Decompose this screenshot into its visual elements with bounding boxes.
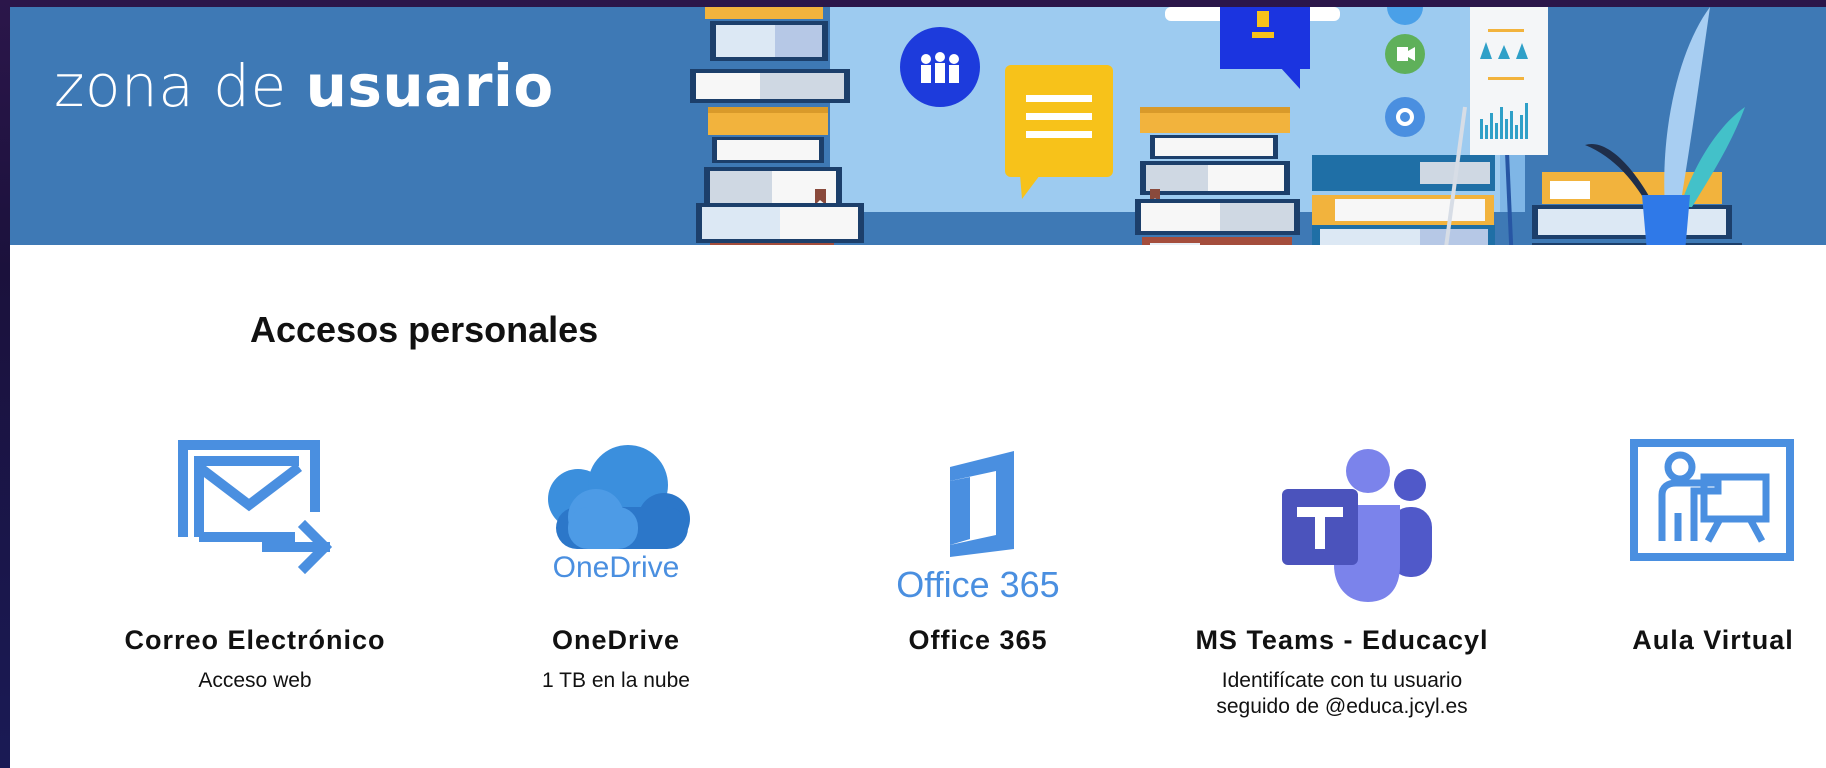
site-title-bold: usuario xyxy=(305,52,554,120)
office365-logo-text: Office 365 xyxy=(896,564,1059,605)
tile-title: Aula Virtual xyxy=(1632,625,1794,655)
tile-subtitle-line: Identifícate con tu usuario xyxy=(1221,669,1463,692)
office365-icon: Office 365 xyxy=(828,437,1128,627)
tile-title: MS Teams - Educacyl xyxy=(1195,625,1489,655)
tile-office-365[interactable]: Office 365 Office 365 xyxy=(828,437,1128,668)
tile-onedrive[interactable]: OneDrive OneDrive 1 TB en la nube xyxy=(466,437,766,694)
site-title-prefix: zona de xyxy=(54,52,306,120)
ms-teams-icon xyxy=(1192,437,1492,627)
onedrive-cloud-icon: OneDrive xyxy=(466,437,766,627)
section-title: Accesos personales xyxy=(250,309,599,350)
header-illustration xyxy=(690,7,1745,245)
onedrive-logo-text: OneDrive xyxy=(553,551,680,584)
book-stack-right xyxy=(1312,155,1495,245)
virtual-classroom-icon xyxy=(1563,437,1826,627)
tile-title: OneDrive xyxy=(551,625,681,655)
tile-title: Correo Electrónico xyxy=(124,625,386,655)
tile-title: Office 365 xyxy=(908,625,1048,655)
page-frame: zona de usuario Accesos personales Corre… xyxy=(10,7,1826,768)
tile-subtitle: 1 TB en la nube xyxy=(542,669,690,692)
page-header: zona de usuario xyxy=(10,7,1826,245)
plant-pot xyxy=(1532,7,1745,245)
tile-subtitle: Acceso web xyxy=(198,669,312,692)
site-title: zona de usuario xyxy=(54,57,554,115)
mail-forward-icon xyxy=(105,437,405,627)
tile-subtitle-line: seguido de @educa.jcyl.es xyxy=(1216,695,1468,719)
tile-aula-virtual[interactable]: Aula Virtual xyxy=(1563,437,1826,668)
book-stack-middle xyxy=(1135,107,1300,245)
tile-ms-teams[interactable]: MS Teams - Educacyl Identifícate con tu … xyxy=(1192,437,1492,721)
tile-correo-electronico[interactable]: Correo Electrónico Acceso web xyxy=(105,437,405,694)
tile-subtitle: Identifícate con tu usuario seguido de @… xyxy=(1192,668,1492,721)
